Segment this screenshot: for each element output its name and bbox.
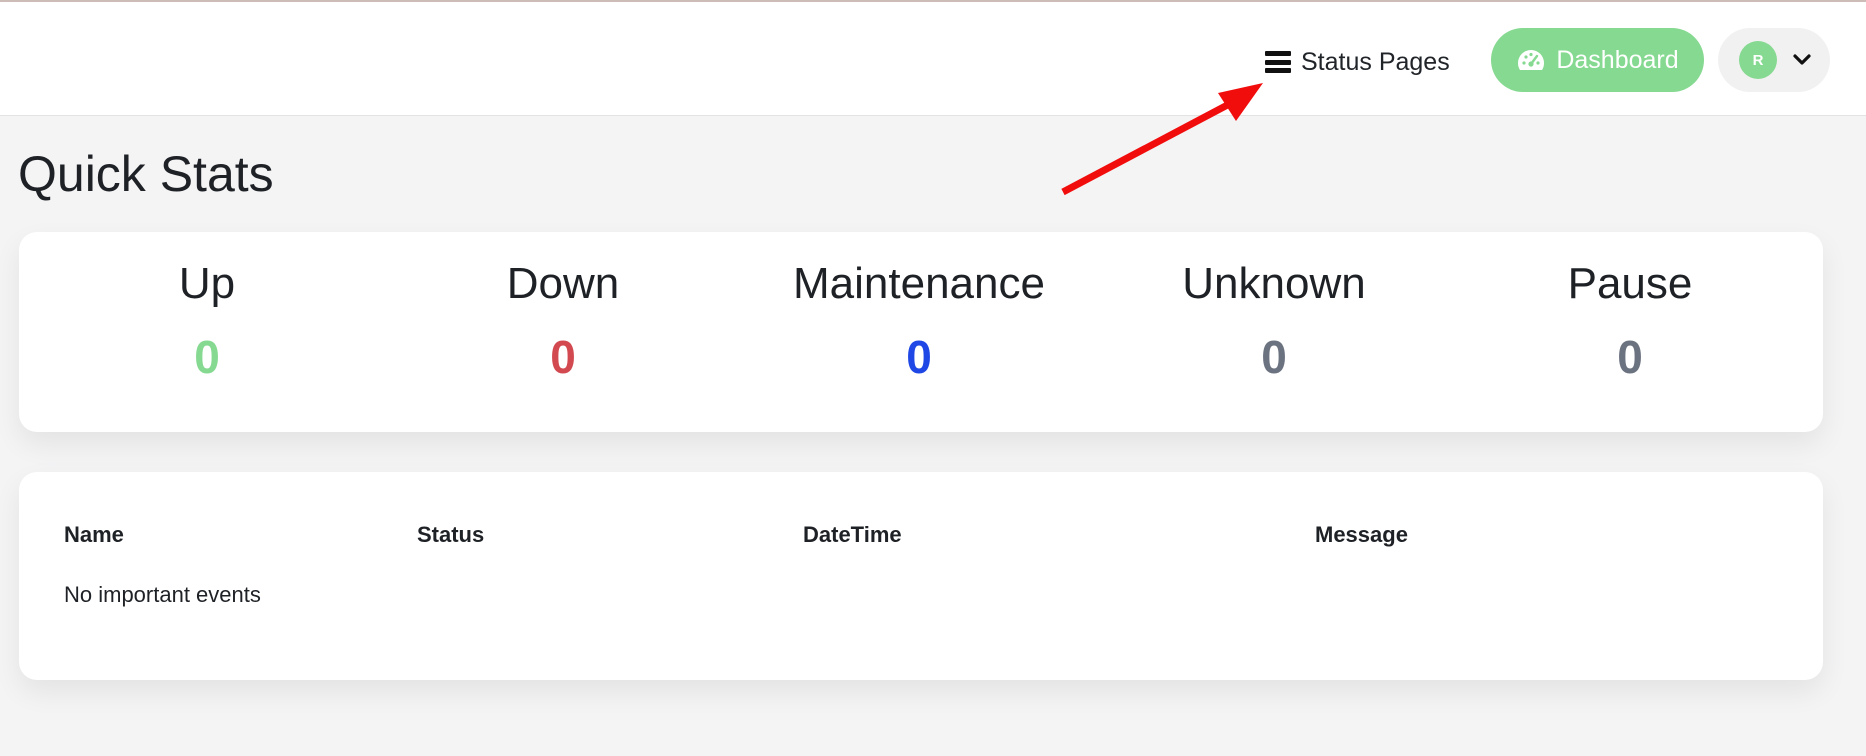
stat-label: Down: [506, 259, 620, 308]
stat-value: 0: [194, 331, 220, 383]
column-header-status[interactable]: Status: [417, 522, 484, 548]
user-menu-button[interactable]: R: [1718, 28, 1830, 92]
stat-unknown: Unknown 0: [1104, 259, 1444, 383]
avatar: R: [1739, 41, 1777, 79]
stat-maintenance: Maintenance 0: [749, 259, 1089, 383]
page-title: Quick Stats: [18, 146, 274, 202]
tachometer-icon: [1518, 50, 1545, 70]
column-header-datetime[interactable]: DateTime: [803, 522, 902, 548]
stat-label: Maintenance: [793, 259, 1045, 308]
stat-value: 0: [1617, 331, 1643, 383]
stat-value: 0: [550, 331, 576, 383]
stat-value: 0: [1261, 331, 1287, 383]
stat-up: Up 0: [37, 259, 377, 383]
stat-label: Pause: [1567, 259, 1693, 308]
stat-down: Down 0: [393, 259, 733, 383]
empty-events-message: No important events: [64, 582, 261, 607]
important-events-card: Name Status DateTime Message No importan…: [19, 472, 1823, 680]
quick-stats-card: Up 0 Down 0 Maintenance 0 Unknown 0 Paus…: [19, 232, 1823, 432]
stat-label: Unknown: [1182, 259, 1366, 308]
status-pages-link[interactable]: Status Pages: [1265, 44, 1450, 80]
dashboard-button[interactable]: Dashboard: [1491, 28, 1704, 92]
dashboard-label: Dashboard: [1556, 45, 1679, 74]
stat-label: Up: [178, 259, 236, 308]
chevron-down-icon: [1793, 54, 1811, 65]
column-header-message[interactable]: Message: [1315, 522, 1408, 548]
column-header-name[interactable]: Name: [64, 522, 124, 548]
bars-icon: [1265, 51, 1291, 73]
status-pages-label: Status Pages: [1301, 47, 1450, 76]
top-navbar: Status Pages Dashboard R: [0, 2, 1866, 116]
stat-pause: Pause 0: [1460, 259, 1800, 383]
stat-value: 0: [906, 331, 932, 383]
